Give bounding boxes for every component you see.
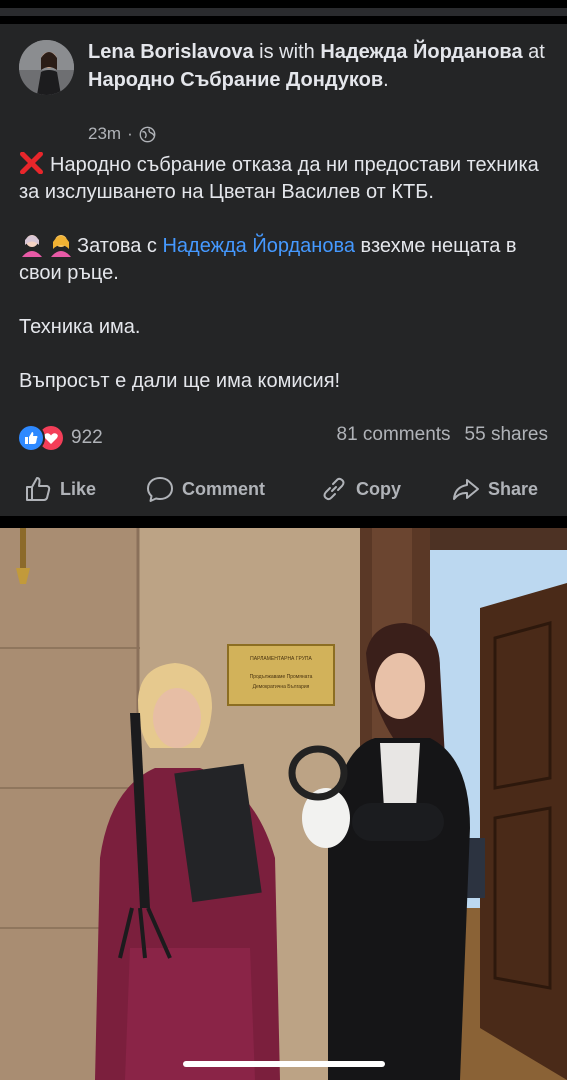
link-icon	[323, 477, 345, 501]
action-bar: Like Comment Copy Share	[0, 472, 567, 506]
copy-button[interactable]: Copy	[320, 472, 401, 506]
status-bar	[0, 0, 567, 24]
share-arrow-icon	[453, 479, 479, 500]
comment-label: Comment	[182, 478, 266, 499]
shares-count[interactable]: 55 shares	[465, 424, 548, 446]
engagement-counts: 81 comments 55 shares	[337, 424, 549, 446]
home-indicator[interactable]	[183, 1061, 385, 1067]
post-time[interactable]: 23m	[88, 124, 121, 144]
copy-label: Copy	[356, 478, 401, 499]
globe-icon	[139, 126, 156, 142]
post-photo[interactable]: ПАРЛАМЕНТАРНА ГРУПА Продължаваме Промяна…	[0, 528, 567, 1080]
comment-button[interactable]: Comment	[146, 472, 265, 506]
tagged-person[interactable]: Надежда Йорданова	[320, 41, 522, 63]
meta-dot: ·	[127, 124, 133, 143]
share-button[interactable]: Share	[452, 472, 538, 506]
end-text: .	[383, 69, 389, 91]
share-label: Share	[488, 478, 539, 499]
post-card: Lena Borislavova is with Надежда Йордано…	[0, 24, 567, 516]
plaque-line-1: ПАРЛАМЕНТАРНА ГРУПА	[250, 656, 312, 662]
reaction-count: 922	[71, 427, 103, 448]
paragraph-2-prefix: Затова с	[77, 235, 163, 257]
paragraph-3: Техника има.	[19, 316, 141, 338]
post-text: Народно събрание отказа да ни предостави…	[19, 152, 549, 422]
mention-link[interactable]: Надежда Йорданова	[162, 235, 355, 257]
like-button[interactable]: Like	[24, 472, 96, 506]
paragraph-1: Народно събрание отказа да ни предостави…	[19, 152, 549, 206]
comments-count[interactable]: 81 comments	[337, 424, 451, 446]
red-cross-icon	[20, 152, 43, 174]
post-header: Lena Borislavova is with Надежда Йордано…	[88, 38, 548, 94]
at-text: at	[522, 41, 545, 63]
reactions-summary[interactable]: 922	[17, 424, 103, 452]
paragraph-4: Въпросът е дали ще има комисия!	[19, 370, 341, 392]
with-text: is with	[253, 41, 321, 63]
plaque-line-3: Демократична България	[253, 684, 310, 690]
author-name[interactable]: Lena Borislavova	[88, 41, 254, 63]
avatar[interactable]	[19, 40, 74, 95]
location-link[interactable]: Народно Събрание Дондуков	[88, 69, 383, 91]
paragraph-1-text: Народно събрание отказа да ни предостави…	[19, 154, 539, 203]
plaque-line-2: Продължаваме Промяната	[250, 674, 313, 680]
woman-tipping-hand-icon	[51, 235, 71, 257]
like-label: Like	[60, 478, 97, 499]
thumbs-up-icon	[26, 477, 51, 501]
post-meta: 23m ·	[88, 124, 156, 144]
like-reaction-icon	[17, 424, 45, 452]
paragraph-2: Затова с Надежда Йорданова взехме нещата…	[19, 233, 549, 287]
comment-bubble-icon	[147, 477, 173, 502]
woman-tipping-hand-icon	[22, 235, 42, 257]
